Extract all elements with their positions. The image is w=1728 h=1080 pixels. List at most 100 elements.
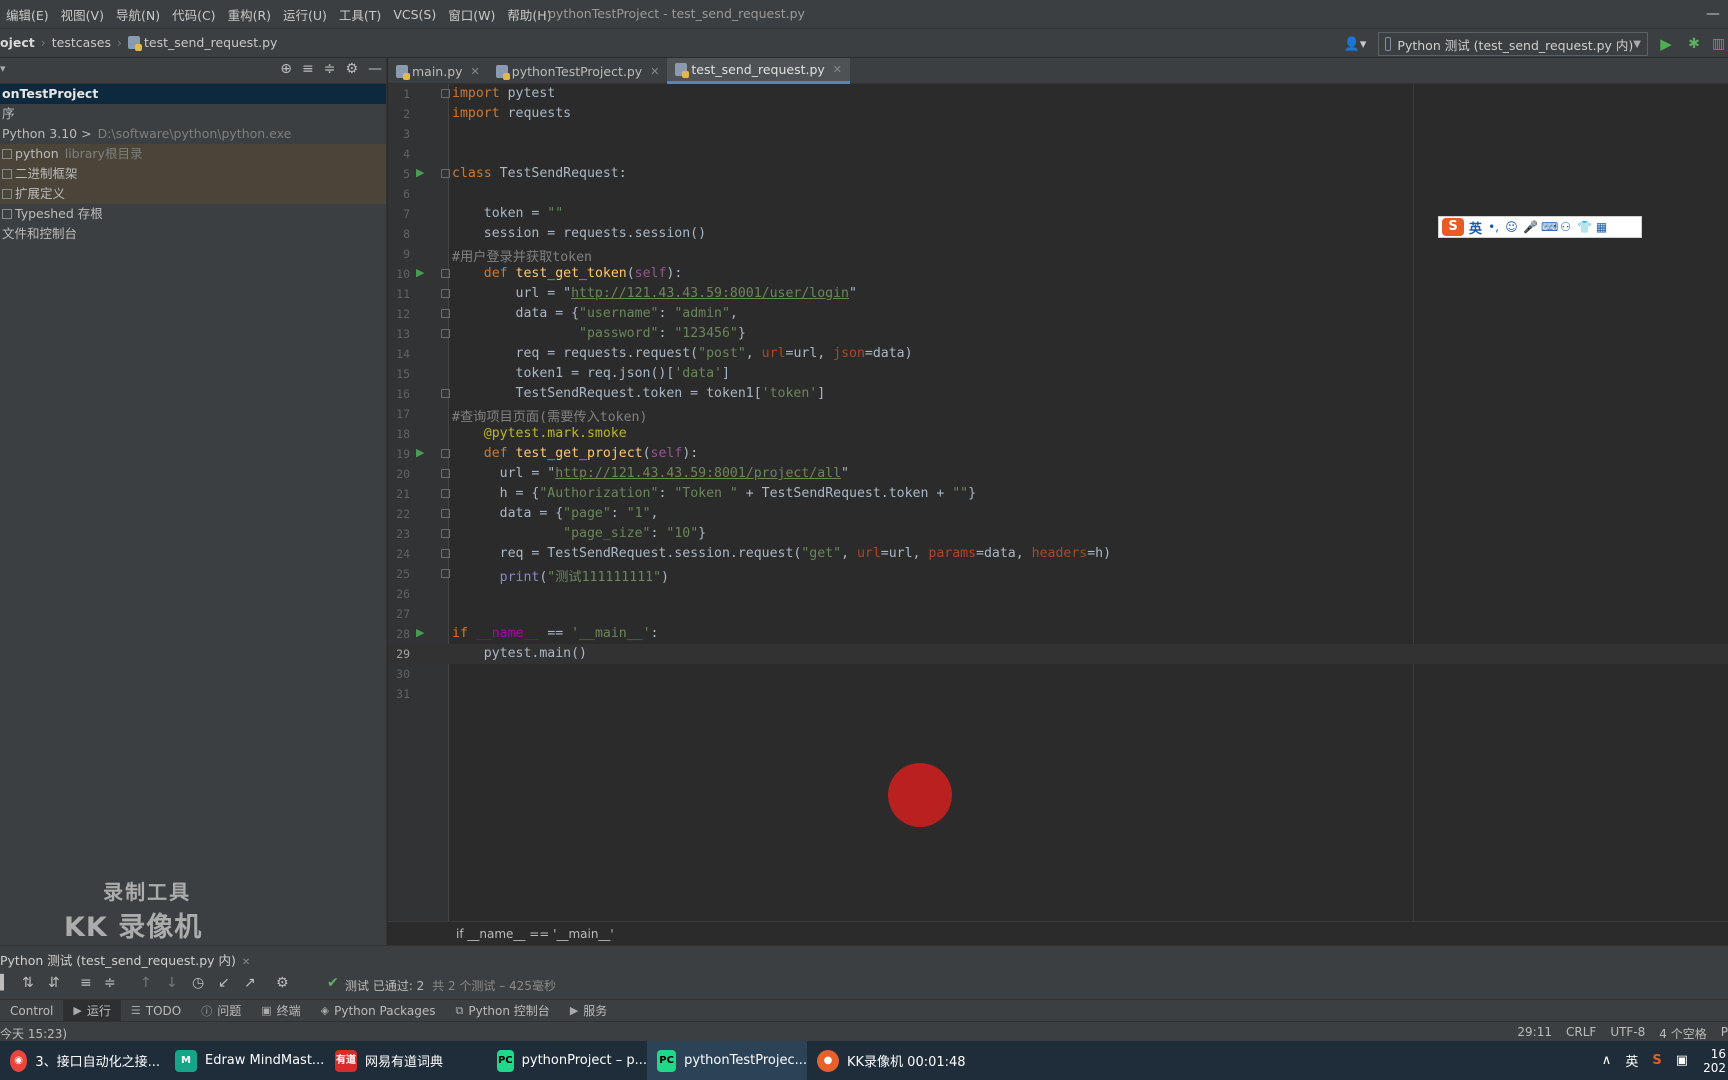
hide-icon[interactable]: — [368,61,382,77]
fold-marker-icon[interactable] [441,329,450,338]
line-number[interactable]: 5 [388,167,410,181]
line-number[interactable]: 16 [388,387,410,401]
toolwindow-run[interactable]: ▶ 运行 [63,999,121,1022]
toolwindow-services[interactable]: ▶ 服务 [560,1000,617,1022]
run-gutter-icon[interactable]: ▶ [416,446,424,459]
code-line[interactable]: 13 "password": "123456"} [388,324,1728,344]
line-number[interactable]: 27 [388,607,410,621]
code-line[interactable]: 20 url = "http://121.43.43.59:8001/proje… [388,464,1728,484]
rerun-icon[interactable]: ▍ [0,975,11,991]
tree-item-python-lib[interactable]: python library根目录 [0,144,386,164]
run-tab[interactable]: Python 测试 (test_send_request.py 内) ✕ [0,950,250,969]
tray-speaker-icon[interactable]: ▣ [1676,1053,1688,1068]
taskbar-pycharm-pythonproject[interactable]: PC pythonProject – p... [487,1041,647,1080]
toolwindow-terminal[interactable]: ▣ 终端 [251,1000,310,1022]
breadcrumb-folder[interactable]: testcases [52,35,111,50]
menu-window[interactable]: 窗口(W) [442,5,501,24]
next-failed-icon[interactable]: ↓ [166,975,178,991]
toolwindow-version-control[interactable]: Control [0,1000,63,1022]
code-text[interactable]: data = {"username": "admin", [452,306,738,321]
line-number[interactable]: 21 [388,487,410,501]
code-text[interactable]: "page_size": "10"} [452,526,706,541]
code-line[interactable]: 6 [388,184,1728,204]
previous-failed-icon[interactable]: ↑ [140,975,152,991]
taskbar-youdao[interactable]: 有道 网易有道词典 [325,1041,485,1080]
fold-marker-icon[interactable] [441,289,450,298]
close-icon[interactable]: ✕ [242,957,250,968]
taskbar-chrome[interactable]: ◉ 3、接口自动化之接... [0,1041,160,1080]
line-number[interactable]: 9 [388,247,410,261]
user-icon[interactable]: 👤▾ [1340,37,1370,52]
menu-run[interactable]: 运行(U) [277,5,333,24]
file-encoding[interactable]: UTF-8 [1610,1025,1645,1042]
caret-position[interactable]: 29:11 [1517,1025,1552,1042]
code-line[interactable]: 9 #用户登录并获取token [388,244,1728,265]
tray-clock[interactable]: 16 202 [1702,1047,1726,1075]
tab-pythontestproject-py[interactable]: pythonTestProject.py ✕ [488,58,668,84]
line-number[interactable]: 7 [388,207,410,221]
close-icon[interactable]: ✕ [471,65,480,78]
code-line[interactable]: 30 [388,664,1728,684]
code-line[interactable]: 19 ▶ def test_get_project(self): [388,444,1728,464]
line-number[interactable]: 11 [388,287,410,301]
collapse-icon[interactable]: ▾ [0,62,6,75]
fold-marker-icon[interactable] [441,489,450,498]
line-number[interactable]: 10 [388,267,410,281]
tray-sogou-icon[interactable]: S [1652,1053,1661,1068]
line-number[interactable]: 29 [388,647,410,661]
code-text[interactable]: pytest.main() [452,646,587,661]
gear-icon[interactable]: ⚙ [345,61,358,77]
breadcrumb-file[interactable]: test_send_request.py [144,35,277,50]
toolwindow-python-packages[interactable]: ◈ Python Packages [311,1000,446,1022]
coverage-icon[interactable]: ▥ [1712,36,1728,52]
taskbar-kk-recorder[interactable]: ● KK录像机 00:01:48 [807,1041,967,1080]
close-icon[interactable]: ✕ [833,63,842,76]
code-line[interactable]: 24 req = TestSendRequest.session.request… [388,544,1728,564]
code-line[interactable]: 26 [388,584,1728,604]
code-line[interactable]: 28 ▶ if __name__ == '__main__': [388,624,1728,644]
code-text[interactable]: TestSendRequest.token = token1['token'] [452,386,826,401]
gear-icon[interactable]: ⚙ [276,975,289,991]
tree-item-project-root[interactable]: onTestProject [0,84,386,104]
breadcrumb-project[interactable]: oject [0,35,35,50]
code-line[interactable]: 17 #查询项目页面(需要传入token) [388,404,1728,425]
line-number[interactable]: 14 [388,347,410,361]
tree-item-scratches[interactable]: 文件和控制台 [0,224,386,244]
taskbar-edraw[interactable]: M Edraw MindMast... [165,1041,325,1080]
menu-code[interactable]: 代码(C) [166,5,221,24]
line-number[interactable]: 17 [388,407,410,421]
code-text[interactable]: import requests [452,106,571,121]
code-line[interactable]: 11 url = "http://121.43.43.59:8001/user/… [388,284,1728,304]
expand-all-icon[interactable]: ≡ [302,61,314,77]
line-number[interactable]: 19 [388,447,410,461]
line-number[interactable]: 15 [388,367,410,381]
line-number[interactable]: 18 [388,427,410,441]
line-number[interactable]: 28 [388,627,410,641]
menu-tools[interactable]: 工具(T) [333,5,387,24]
tree-item-extended-definitions[interactable]: 扩展定义 [0,184,386,204]
code-line[interactable]: 27 [388,604,1728,624]
debug-icon[interactable]: ✱ [1684,36,1704,52]
history-icon[interactable]: ◷ [192,975,204,991]
editor-structure-breadcrumb[interactable]: if __name__ == '__main__' [388,921,1728,945]
code-text[interactable]: h = {"Authorization": "Token " + TestSen… [452,486,976,501]
tab-test-send-request-py[interactable]: test_send_request.py ✕ [667,58,851,84]
ime-language-toggle[interactable]: 英 [1469,218,1482,237]
skin-icon[interactable]: 👕 [1577,220,1592,234]
tab-main-py[interactable]: main.py ✕ [388,58,488,84]
code-text[interactable]: "password": "123456"} [452,326,746,341]
code-line[interactable]: 22 data = {"page": "1", [388,504,1728,524]
fold-marker-icon[interactable] [441,469,450,478]
menu-refactor[interactable]: 重构(R) [222,5,277,24]
code-text[interactable]: url = "http://121.43.43.59:8001/project/… [452,466,849,481]
tray-ime-language[interactable]: 英 [1625,1051,1638,1070]
tray-expand-icon[interactable]: ∧ [1602,1053,1612,1068]
collapse-all-icon[interactable]: ≑ [104,975,116,991]
fold-marker-icon[interactable] [441,389,450,398]
sort-duration-icon[interactable]: ⇵ [48,975,60,991]
line-number[interactable]: 31 [388,687,410,701]
fold-marker-icon[interactable] [441,549,450,558]
menu-vcs[interactable]: VCS(S) [387,7,442,22]
code-text[interactable]: class TestSendRequest: [452,166,627,181]
run-gutter-icon[interactable]: ▶ [416,266,424,279]
